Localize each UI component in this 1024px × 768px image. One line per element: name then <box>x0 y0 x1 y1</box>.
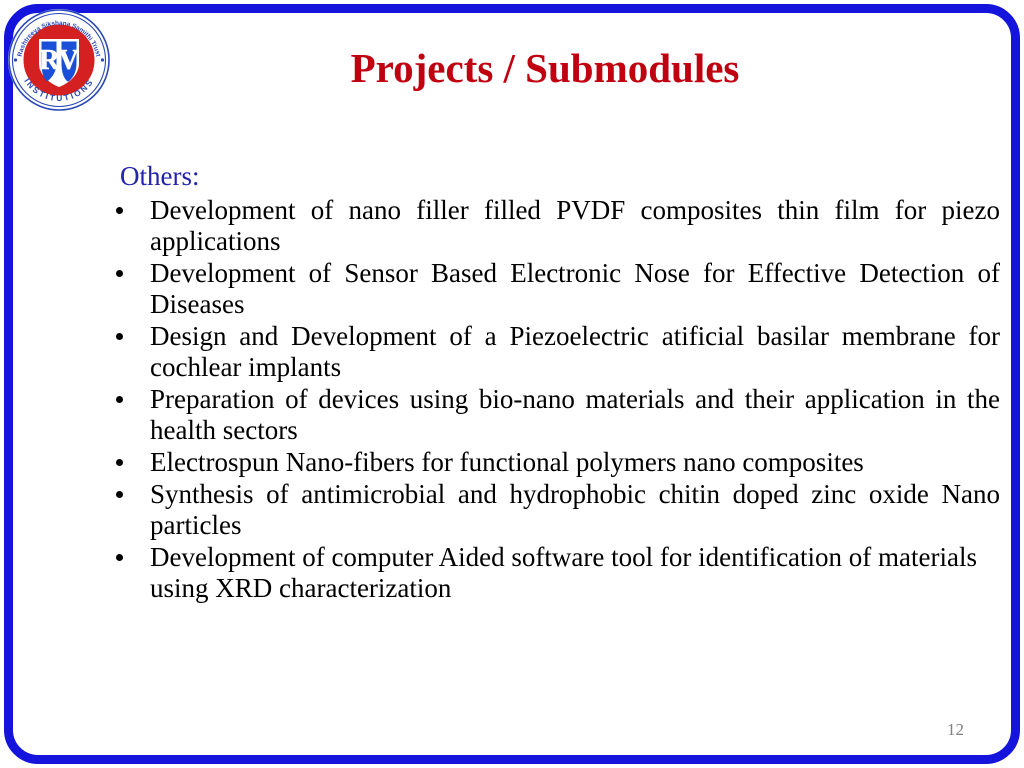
list-item: Synthesis of antimicrobial and hydrophob… <box>108 479 1000 541</box>
list-item-label: Development of Sensor Based Electronic N… <box>150 258 1000 319</box>
list-item-label: Electrospun Nano-fibers for functional p… <box>150 447 864 477</box>
bullet-dot-icon <box>116 333 123 340</box>
bullet-dot-icon <box>116 396 123 403</box>
page-number: 12 <box>947 720 964 739</box>
slide-body: Others: Development of nano filler fille… <box>108 160 1000 605</box>
list-item-label: Design and Development of a Piezoelectri… <box>150 321 1000 382</box>
bullet-dot-icon <box>116 491 123 498</box>
list-item-label: Synthesis of antimicrobial and hydrophob… <box>150 479 1000 540</box>
page-title: Projects / Submodules <box>350 45 740 91</box>
logo-monogram: RV <box>39 45 78 76</box>
list-item: Preparation of devices using bio-nano ma… <box>108 384 1000 446</box>
section-heading-others: Others: <box>120 161 200 191</box>
list-item-label: Development of computer Aided software t… <box>150 542 977 603</box>
list-item-label: Preparation of devices using bio-nano ma… <box>150 384 1000 445</box>
rv-institutions-logo: RV Rashtreeya Sikshana Samithi Trust INS… <box>3 3 115 115</box>
bullet-dot-icon <box>116 554 123 561</box>
bullet-dot-icon <box>116 270 123 277</box>
list-item: Development of nano filler filled PVDF c… <box>108 195 1000 257</box>
list-item: Design and Development of a Piezoelectri… <box>108 321 1000 383</box>
project-list: Development of nano filler filled PVDF c… <box>108 195 1000 604</box>
bullet-dot-icon <box>116 207 123 214</box>
list-item: Electrospun Nano-fibers for functional p… <box>108 447 1000 478</box>
slide: RV Rashtreeya Sikshana Samithi Trust INS… <box>0 0 1024 768</box>
list-item: Development of Sensor Based Electronic N… <box>108 258 1000 320</box>
list-item: Development of computer Aided software t… <box>108 542 1000 604</box>
list-item-label: Development of nano filler filled PVDF c… <box>150 195 1000 256</box>
bullet-dot-icon <box>116 459 123 466</box>
